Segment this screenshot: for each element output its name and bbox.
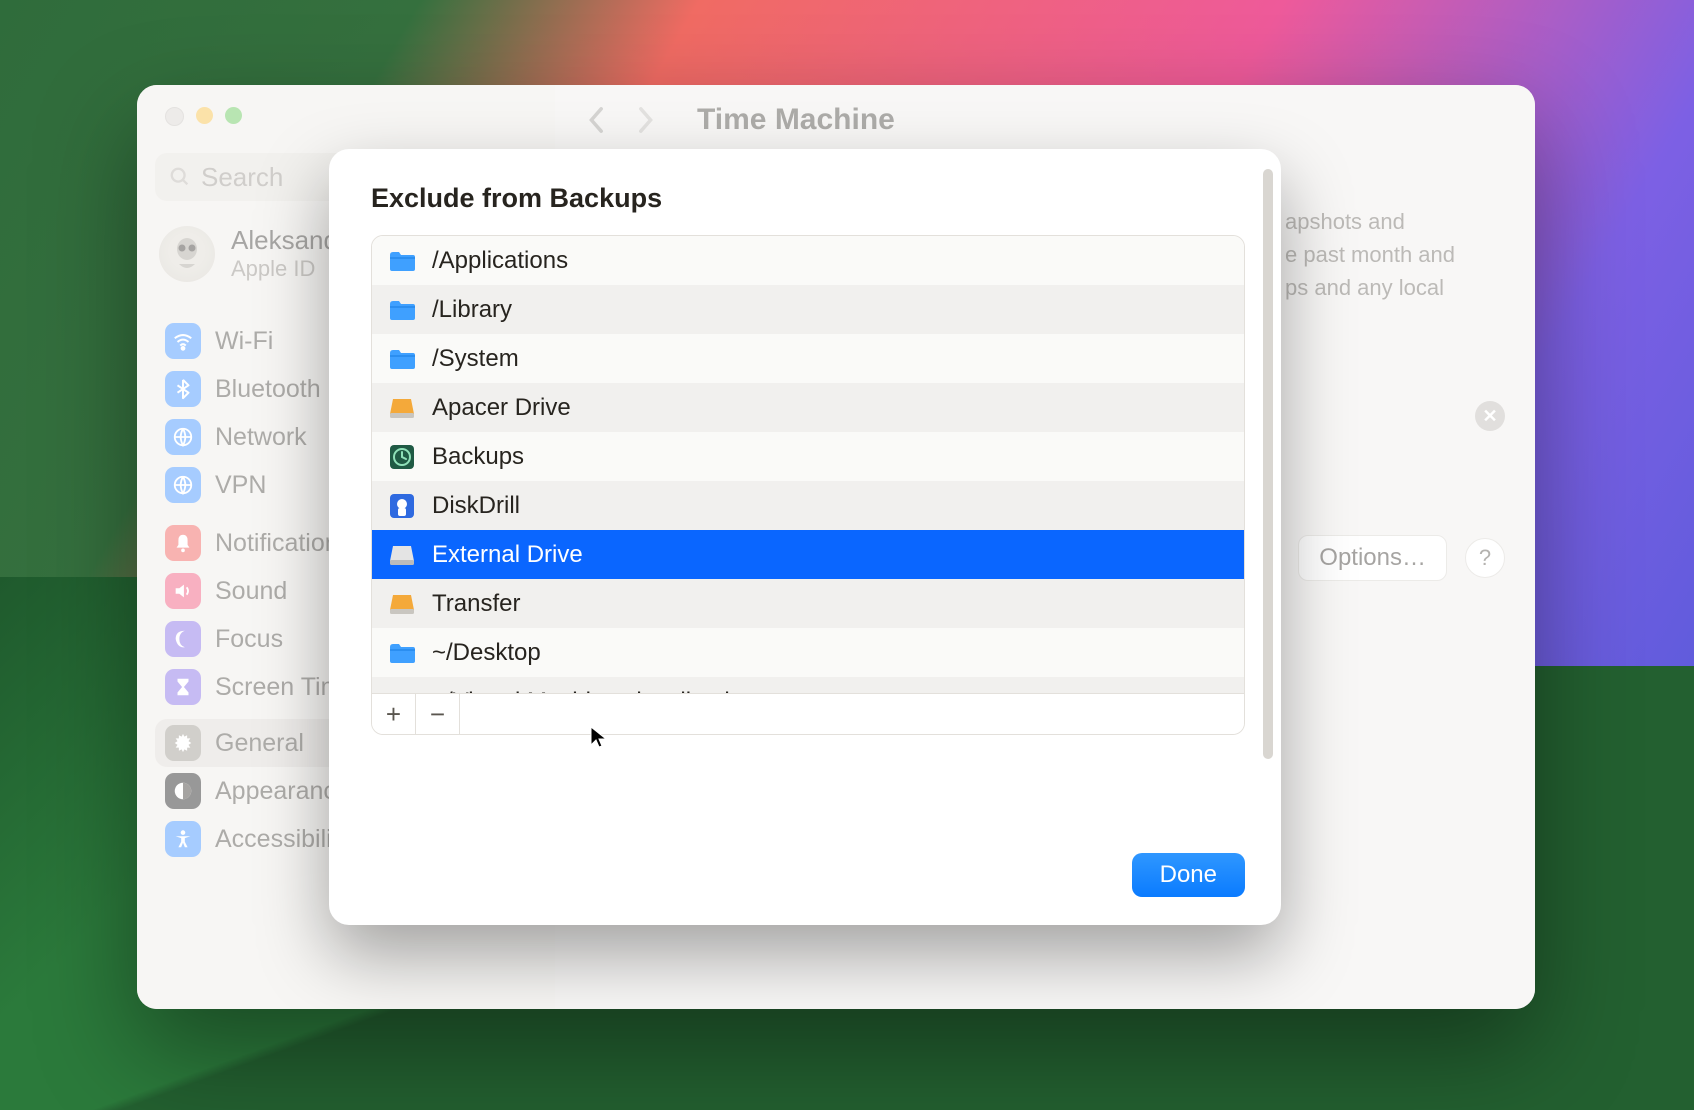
exclude-list-row[interactable]: ~/Desktop [372,628,1244,677]
exclude-list-row[interactable]: /System [372,334,1244,383]
sheet-scrollbar[interactable] [1263,169,1273,759]
folder-lib-icon [388,298,416,322]
app-icon-icon [388,494,416,518]
drive-ext-icon [388,592,416,616]
exclude-list-row[interactable]: /Applications [372,236,1244,285]
remove-exclusion-button[interactable]: − [416,694,460,734]
exclude-list-row[interactable]: Apacer Drive [372,383,1244,432]
system-settings-window: Search Aleksandr Apple ID Wi-FiBluetooth… [137,85,1535,1009]
add-exclusion-button[interactable]: + [372,694,416,734]
folder-desktop-icon [388,641,416,665]
exclude-list-row[interactable]: DiskDrill [372,481,1244,530]
drive-ext-icon [388,396,416,420]
exclude-list-label: /System [432,345,519,373]
drive-icon [388,543,416,567]
exclude-list-label: External Drive [432,541,583,569]
exclude-list-label: /Applications [432,247,568,275]
done-button[interactable]: Done [1132,853,1245,897]
exclude-list-row[interactable]: Backups [372,432,1244,481]
tm-disk-icon [388,445,416,469]
folder-app-icon [388,249,416,273]
exclude-list-row[interactable]: /Library [372,285,1244,334]
exclude-list-row[interactable]: External Drive [372,530,1244,579]
exclude-list-label: Backups [432,443,524,471]
exclude-from-backups-sheet: Exclude from Backups /Applications/Libra… [329,149,1281,925]
exclude-list-label: Apacer Drive [432,394,571,422]
exclude-list-label: DiskDrill [432,492,520,520]
exclude-list-row[interactable]: Transfer [372,579,1244,628]
folder-sys-icon [388,347,416,371]
exclude-list-label: /Library [432,296,512,324]
exclude-list[interactable]: /Applications/Library/System Apacer Drive… [371,235,1245,735]
exclude-list-label: Transfer [432,590,520,618]
sheet-title: Exclude from Backups [371,183,662,214]
exclude-list-label: ~/Desktop [432,639,541,667]
